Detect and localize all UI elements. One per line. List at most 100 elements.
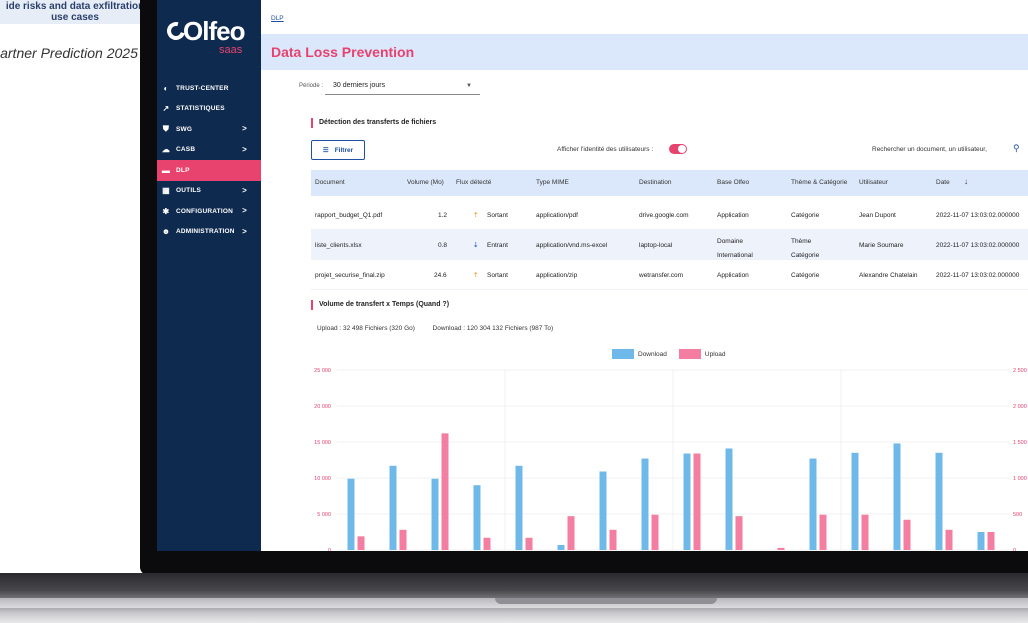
sidebar-item-configuration[interactable]: ✱ CONFIGURATION > [157, 201, 261, 222]
download-summary: Download : 120 304 132 Fichiers (987 To) [432, 325, 554, 332]
cell-date: 2022-11-07 13:03:02.000000 [936, 212, 1020, 219]
bar-upload [651, 514, 659, 550]
column-header[interactable]: Type MIME [536, 179, 569, 186]
sidebar-item-casb[interactable]: ☁ CASB > [157, 140, 261, 161]
cell-base: Domaine International [717, 238, 753, 259]
cell-volume: 0.8 [438, 242, 448, 249]
laptop-notch [495, 598, 717, 604]
bar-upload [609, 529, 617, 550]
chevron-down-icon: ▼ [466, 83, 472, 89]
sidebar-item-swg[interactable]: ⛊ SWG > [157, 119, 261, 140]
periode-label: Période : [299, 83, 324, 89]
cell-theme: Thème Catégorie [791, 238, 820, 259]
page-title: Data Loss Prevention [271, 44, 415, 60]
filter-label: Filtrer [334, 146, 354, 154]
y-tick-label: 15 000 [314, 440, 331, 446]
cell-document: projet_securise_final.zip [315, 272, 385, 279]
column-header[interactable]: Flux détecté [456, 179, 491, 186]
bar-upload [357, 536, 365, 550]
column-header[interactable]: Destination [639, 179, 672, 186]
toggle-knob [678, 145, 686, 153]
bar-download [473, 485, 481, 550]
chevron-right-icon: > [242, 185, 247, 195]
table-row[interactable]: liste_clients.xlsx 0.8 ⇣ Entrant applicat… [311, 230, 1028, 260]
screen: Olfeo saas ◐ TRUST-CENTER ↗ STATISTIQUES… [157, 0, 1028, 551]
chevron-right-icon: > [242, 226, 247, 236]
breadcrumb[interactable]: DLP [271, 15, 284, 22]
legend-swatch-upload [678, 349, 701, 359]
y-tick-label: 10 000 [314, 476, 331, 482]
title-bar: Data Loss Prevention [261, 34, 1028, 70]
gear-icon: ✱ [162, 206, 170, 216]
column-header[interactable]: Date [936, 179, 950, 186]
table-row[interactable]: rapport_budget_Q1.pdf 1.2 ⇡ Sortant appli… [311, 200, 1028, 230]
cell-flux: ⇡ Sortant [473, 271, 508, 280]
folder-icon: ▬ [161, 165, 171, 175]
sidebar-item-trust-center[interactable]: ◐ TRUST-CENTER [157, 78, 261, 99]
legend-label-download: Download [638, 350, 667, 358]
periode-select[interactable]: 30 derniers jours ▼ [325, 78, 480, 95]
marketing-top-text: ide risks and data exfiltration use case… [5, 1, 145, 23]
logo-name: Olfeo [183, 16, 245, 46]
cell-destination: drive.google.com [639, 212, 689, 219]
cell-flux: ⇡ Sortant [473, 211, 508, 220]
identity-toggle[interactable] [669, 144, 687, 154]
download-icon: ⇣ [473, 242, 479, 249]
bar-upload [861, 514, 869, 550]
y2-tick-label: 500 [1013, 512, 1022, 518]
sidebar-item-statistiques[interactable]: ↗ STATISTIQUES [157, 99, 261, 120]
transfers-title: Détection des transferts de fichiers [311, 118, 436, 128]
bar-download [389, 465, 397, 550]
sidebar: Olfeo saas ◐ TRUST-CENTER ↗ STATISTIQUES… [157, 0, 261, 551]
cell-date: 2022-11-07 13:03:02.000000 [936, 242, 1020, 249]
logo-suffix: saas [219, 44, 243, 56]
logo[interactable]: Olfeo saas [163, 12, 245, 56]
chevron-right-icon: > [242, 124, 247, 133]
cell-mime: application/vnd.ms-excel [536, 242, 608, 249]
cell-document: liste_clients.xlsx [315, 242, 362, 249]
volume-chart: 0 5 000 10 000 15 000 20 000 25 000 0 500 1 000 1… [314, 368, 1027, 551]
table-row[interactable]: projet_securise_final.zip 24.6 ⇡ Sortant … [311, 260, 1028, 290]
sidebar-item-administration[interactable]: ☻ ADMINISTRATION > [157, 222, 261, 243]
y2-tick-label: 1 500 [1013, 440, 1027, 446]
bar-upload [903, 519, 911, 550]
column-header[interactable]: Base Olfeo [717, 179, 749, 186]
column-header[interactable]: Utilisateur [859, 179, 888, 186]
trust-center-icon: ◐ [163, 83, 169, 93]
bar-upload [567, 516, 575, 550]
chevron-right-icon: > [242, 144, 247, 154]
y-tick-label: 5 000 [317, 512, 331, 518]
bar-download [977, 532, 985, 550]
table-header: Document Volume (Mo) Flux détecté Type M… [311, 170, 1028, 196]
sidebar-item-label: SWG [176, 125, 193, 133]
chart-legend: Download Upload [612, 349, 726, 359]
cloud-icon: ☁ [161, 145, 171, 155]
column-header[interactable]: Thème & Catégorie [791, 179, 847, 186]
sort-desc-icon[interactable]: ↓ [964, 177, 968, 186]
cell-base: Application [717, 272, 749, 279]
sidebar-item-label: OUTILS [176, 187, 202, 195]
stage: ide risks and data exfiltration use case… [0, 0, 1028, 623]
sidebar-item-outils[interactable]: ▦ OUTILS > [157, 181, 261, 202]
search-icon[interactable]: ⚲ [1013, 143, 1020, 154]
cell-user: Jean Dupont [859, 212, 896, 219]
sidebar-item-label: CONFIGURATION [176, 207, 234, 215]
sidebar-item-dlp[interactable]: ▬ DLP [157, 160, 261, 181]
y2-tick-label: 2 000 [1013, 404, 1027, 410]
bar-download [935, 452, 943, 550]
bar-upload [735, 516, 743, 550]
bar-download [809, 458, 817, 550]
column-header[interactable]: Document [315, 179, 345, 186]
bar-upload [525, 537, 533, 550]
cell-mime: application/pdf [536, 212, 578, 219]
toggle-label: Afficher l'identité des utilisateurs : [557, 146, 654, 153]
search-input[interactable]: Rechercher un document, un utilisateur, [872, 146, 987, 153]
main-content: DLP Data Loss Prevention Période : 30 de… [261, 0, 1028, 551]
bar-download [557, 544, 565, 550]
column-header[interactable]: Volume (Mo) [407, 179, 444, 186]
cell-flux-label: Sortant [487, 272, 508, 279]
filter-button[interactable]: ☰ Filtrer [311, 140, 365, 160]
bar-download [893, 443, 901, 550]
bar-download [599, 471, 607, 550]
bar-upload [777, 547, 785, 550]
